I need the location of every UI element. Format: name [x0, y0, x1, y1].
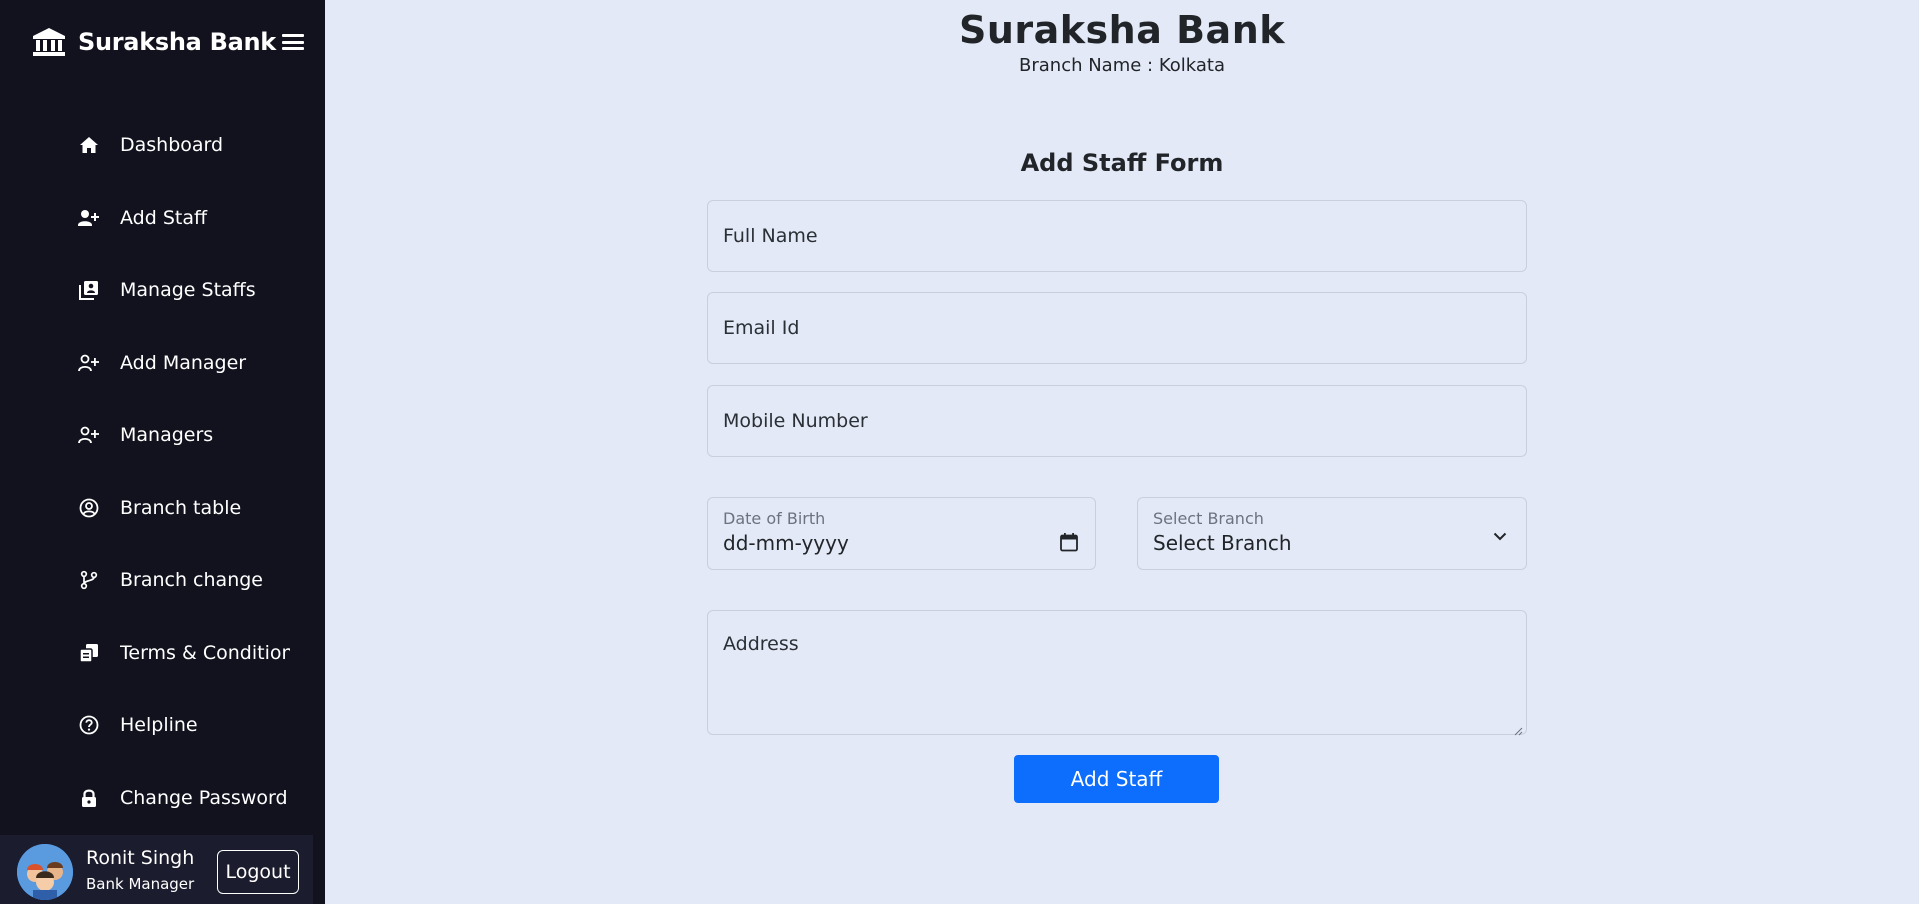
sidebar-item-add-staff[interactable]: Add Staff — [0, 182, 325, 255]
person-plus-outline-icon — [78, 424, 100, 446]
sidebar-item-manage-staffs[interactable]: Manage Staffs — [0, 254, 325, 327]
question-circle-icon — [78, 714, 100, 736]
person-plus-outline-icon — [78, 352, 100, 374]
sidebar-item-helpline[interactable]: Helpline — [0, 689, 325, 762]
sidebar-item-label: Branch change — [120, 569, 263, 592]
user-panel: Ronit Singh Bank Manager Logout — [0, 835, 313, 904]
sidebar: Suraksha Bank Dashboard Add Staff Manage… — [0, 0, 325, 904]
date-of-birth-value: dd-mm-yyyy — [723, 531, 849, 555]
person-plus-icon — [78, 207, 100, 229]
resize-handle-icon[interactable] — [1513, 721, 1523, 736]
sidebar-item-terms[interactable]: Terms & Conditions — [0, 617, 325, 690]
sidebar-item-label: Terms & Conditions — [120, 641, 290, 664]
documents-icon — [78, 642, 100, 664]
brand[interactable]: Suraksha Bank — [32, 26, 276, 58]
sidebar-item-branch-table[interactable]: Branch table — [0, 472, 325, 545]
sidebar-item-dashboard[interactable]: Dashboard — [0, 109, 325, 182]
sidebar-item-branch-change[interactable]: Branch change — [0, 544, 325, 617]
full-name-input[interactable] — [708, 201, 1526, 271]
branch-select-value: Select Branch — [1153, 531, 1292, 555]
add-staff-button[interactable]: Add Staff — [1014, 755, 1219, 803]
calendar-icon[interactable] — [1059, 532, 1079, 552]
sidebar-item-label: Dashboard — [120, 134, 224, 157]
sidebar-item-label: Add Staff — [120, 206, 208, 229]
branch-select[interactable]: Select Branch Select Branch — [1137, 497, 1527, 570]
bank-icon — [32, 26, 66, 58]
branch-select-label: Select Branch — [1153, 509, 1264, 528]
staff-list-icon — [78, 279, 100, 301]
date-of-birth-input[interactable]: Date of Birth dd-mm-yyyy — [707, 497, 1096, 570]
chevron-down-icon — [1490, 526, 1510, 546]
sidebar-item-label: Managers — [120, 424, 214, 447]
full-name-field-wrapper — [707, 200, 1527, 272]
mobile-field-wrapper — [707, 385, 1527, 457]
sidebar-item-label: Add Manager — [120, 351, 247, 374]
form-title: Add Staff Form — [1020, 149, 1224, 177]
lock-icon — [78, 787, 100, 809]
brand-name: Suraksha Bank — [78, 28, 276, 56]
logout-button[interactable]: Logout — [217, 850, 299, 894]
menu-toggle-icon[interactable] — [282, 32, 304, 52]
sidebar-item-label: Change Password — [120, 786, 288, 809]
avatar — [17, 844, 73, 900]
sidebar-item-change-password[interactable]: Change Password — [0, 762, 325, 835]
sidebar-item-label: Manage Staffs — [120, 279, 256, 302]
sidebar-item-label: Branch table — [120, 496, 242, 519]
sidebar-nav: Dashboard Add Staff Manage Staffs Add Ma… — [0, 109, 325, 834]
user-role: Bank Manager — [86, 875, 195, 893]
page-title: Suraksha Bank — [958, 8, 1286, 52]
sidebar-item-managers[interactable]: Managers — [0, 399, 325, 472]
date-of-birth-label: Date of Birth — [723, 509, 826, 528]
home-icon — [78, 134, 100, 156]
email-input[interactable] — [708, 293, 1526, 363]
mobile-input[interactable] — [708, 386, 1526, 456]
address-field-wrapper — [707, 610, 1527, 736]
person-circle-icon — [78, 497, 100, 519]
branch-name: Branch Name : Kolkata — [1019, 55, 1225, 76]
user-name: Ronit Singh — [86, 847, 195, 869]
address-input[interactable] — [708, 611, 1526, 734]
sidebar-item-add-manager[interactable]: Add Manager — [0, 327, 325, 400]
sidebar-item-label: Helpline — [120, 714, 198, 737]
email-field-wrapper — [707, 292, 1527, 364]
git-branch-icon — [78, 569, 100, 591]
